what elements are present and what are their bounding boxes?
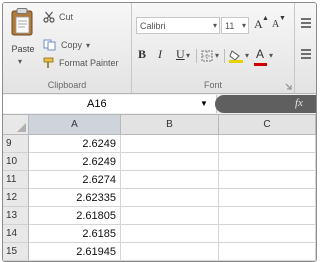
font-size-value: 11 — [225, 20, 235, 31]
worksheet-grid[interactable]: A B C 9 2.6249 10 2.6249 11 2.6274 12 2.62335 13 2.6… — [3, 115, 316, 261]
italic-button[interactable]: I — [158, 47, 162, 62]
format-painter-button[interactable]: Format Painter — [43, 55, 119, 71]
column-header-a[interactable]: A — [29, 115, 121, 135]
cell-a[interactable]: 2.61945 — [29, 243, 121, 261]
cell-a[interactable]: 2.6185 — [29, 225, 121, 243]
font-group: Calibri ▾ 11 ▾ A ▲ A ▼ B I U ▾ ▾ ▾ A ▾ F… — [132, 3, 295, 93]
cell-b[interactable] — [121, 153, 219, 171]
row-header[interactable]: 10 — [3, 153, 29, 171]
scissors-icon — [43, 11, 55, 23]
cell-c[interactable] — [219, 225, 316, 243]
ribbon: Paste ▾ Cut Copy ▾ Format Painter Clipbo… — [3, 3, 316, 94]
chevron-down-icon[interactable]: ▼ — [200, 99, 208, 108]
cut-button[interactable]: Cut — [43, 9, 73, 25]
row-header[interactable]: 15 — [3, 243, 29, 261]
cell-c[interactable] — [219, 171, 316, 189]
paste-label: Paste — [11, 44, 35, 54]
cell-c[interactable] — [219, 189, 316, 207]
chevron-down-icon: ▾ — [241, 21, 246, 30]
fx-icon[interactable]: fx — [295, 97, 303, 109]
paste-dropdown-icon[interactable]: ▾ — [18, 57, 22, 66]
copy-label: Copy — [61, 40, 83, 50]
separator — [196, 49, 197, 63]
format-painter-label: Format Painter — [59, 58, 119, 68]
excel-window: Paste ▾ Cut Copy ▾ Format Painter Clipbo… — [2, 2, 317, 262]
cell-c[interactable] — [219, 243, 316, 261]
font-color-dropdown-icon[interactable]: ▾ — [269, 51, 273, 60]
shrink-arrow-icon: ▼ — [279, 15, 286, 22]
borders-dropdown-icon[interactable]: ▾ — [215, 51, 219, 60]
row-header[interactable]: 13 — [3, 207, 29, 225]
select-all-button[interactable] — [3, 115, 29, 135]
fill-color-dropdown-icon[interactable]: ▾ — [245, 51, 249, 60]
cell-b[interactable] — [121, 207, 219, 225]
select-all-icon — [17, 123, 26, 132]
cell-c[interactable] — [219, 153, 316, 171]
align-lines-icon[interactable] — [300, 17, 312, 29]
row-header[interactable]: 9 — [3, 135, 29, 153]
align-justify-icon[interactable] — [300, 48, 312, 62]
name-box-value: A16 — [87, 98, 107, 110]
font-name-value: Calibri — [140, 20, 166, 31]
cell-a[interactable]: 2.6274 — [29, 171, 121, 189]
cell-b[interactable] — [121, 243, 219, 261]
underline-dropdown-icon[interactable]: ▾ — [186, 51, 190, 60]
cell-b[interactable] — [121, 189, 219, 207]
cell-b[interactable] — [121, 225, 219, 243]
bold-button[interactable]: B — [138, 47, 146, 62]
formula-bar: A16 ▼ fx — [3, 94, 316, 115]
column-header-c[interactable]: C — [219, 115, 316, 135]
fill-color-icon[interactable] — [229, 49, 243, 63]
copy-icon — [43, 39, 56, 51]
row-header[interactable]: 12 — [3, 189, 29, 207]
column-header-b[interactable]: B — [121, 115, 219, 135]
cell-b[interactable] — [121, 171, 219, 189]
cell-a[interactable]: 2.6249 — [29, 135, 121, 153]
borders-icon[interactable] — [201, 50, 213, 62]
clipboard-group: Paste ▾ Cut Copy ▾ Format Painter Clipbo… — [3, 3, 132, 93]
cut-label: Cut — [59, 12, 74, 22]
font-group-label: Font — [203, 80, 222, 90]
dialog-launcher-icon[interactable] — [285, 83, 292, 90]
underline-button[interactable]: U — [176, 47, 185, 62]
formula-input[interactable]: fx — [215, 95, 316, 113]
format-painter-icon — [43, 57, 54, 68]
clipboard-group-label: Clipboard — [47, 80, 87, 90]
copy-dropdown-icon[interactable]: ▾ — [86, 41, 90, 50]
cell-a[interactable]: 2.61805 — [29, 207, 121, 225]
alignment-group — [295, 3, 316, 93]
cell-a[interactable]: 2.62335 — [29, 189, 121, 207]
copy-button[interactable]: Copy ▾ — [43, 37, 90, 53]
cell-c[interactable] — [219, 135, 316, 153]
cell-b[interactable] — [121, 135, 219, 153]
paste-icon — [11, 8, 33, 36]
grow-arrow-icon: ▲ — [262, 15, 269, 22]
font-name-dropdown[interactable]: Calibri ▾ — [136, 17, 220, 34]
separator — [224, 49, 225, 63]
chevron-down-icon: ▾ — [212, 21, 217, 30]
font-color-swatch — [254, 63, 267, 66]
row-header[interactable]: 14 — [3, 225, 29, 243]
row-header[interactable]: 11 — [3, 171, 29, 189]
name-box[interactable]: A16 ▼ — [3, 95, 217, 113]
font-color-button[interactable]: A — [256, 47, 264, 61]
cell-a[interactable]: 2.6249 — [29, 153, 121, 171]
cell-c[interactable] — [219, 207, 316, 225]
font-size-dropdown[interactable]: 11 ▾ — [221, 17, 249, 34]
paste-button[interactable]: Paste ▾ — [6, 6, 40, 70]
